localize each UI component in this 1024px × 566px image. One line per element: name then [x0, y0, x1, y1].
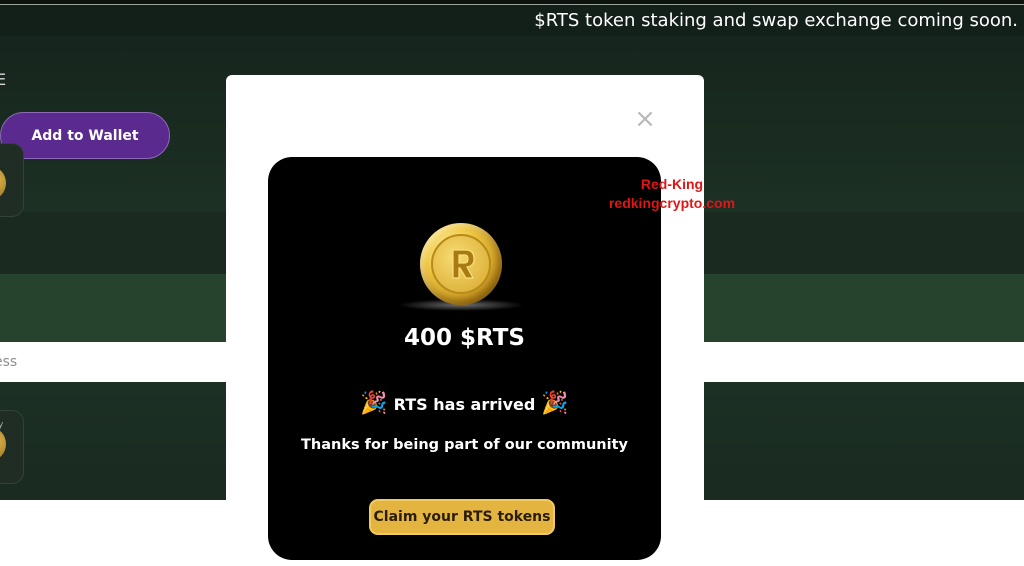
partial-glyph: E	[0, 70, 7, 89]
coin-face	[431, 234, 491, 294]
claim-tokens-button[interactable]: Claim your RTS tokens	[369, 499, 555, 535]
party-popper-icon: 🎉	[541, 391, 569, 416]
watermark-url: redkingcrypto.com	[608, 195, 736, 211]
reward-amount: 400 $RTS	[404, 325, 525, 351]
arrived-text: RTS has arrived	[393, 394, 536, 414]
arrived-heading: 🎉 RTS has arrived 🎉	[268, 393, 661, 415]
announcement-ticker: $RTS token staking and swap exchange com…	[0, 4, 1024, 37]
watermark: Red-King redkingcrypto.com	[594, 175, 750, 213]
add-to-wallet-button[interactable]: Add to Wallet	[0, 112, 170, 159]
partial-label: ess	[0, 354, 18, 370]
side-card-label: y	[0, 420, 4, 430]
r-logo-icon	[452, 249, 475, 279]
reward-card: 400 $RTS 🎉 RTS has arrived 🎉 Thanks for …	[268, 157, 661, 560]
close-button[interactable]: ×	[634, 106, 656, 132]
watermark-name: Red-King	[640, 176, 704, 192]
party-popper-icon: 🎉	[360, 391, 388, 416]
thanks-message: Thanks for being part of our community	[301, 437, 628, 453]
rts-coin-icon	[420, 223, 502, 305]
ticker-text: $RTS token staking and swap exchange com…	[534, 10, 1018, 31]
